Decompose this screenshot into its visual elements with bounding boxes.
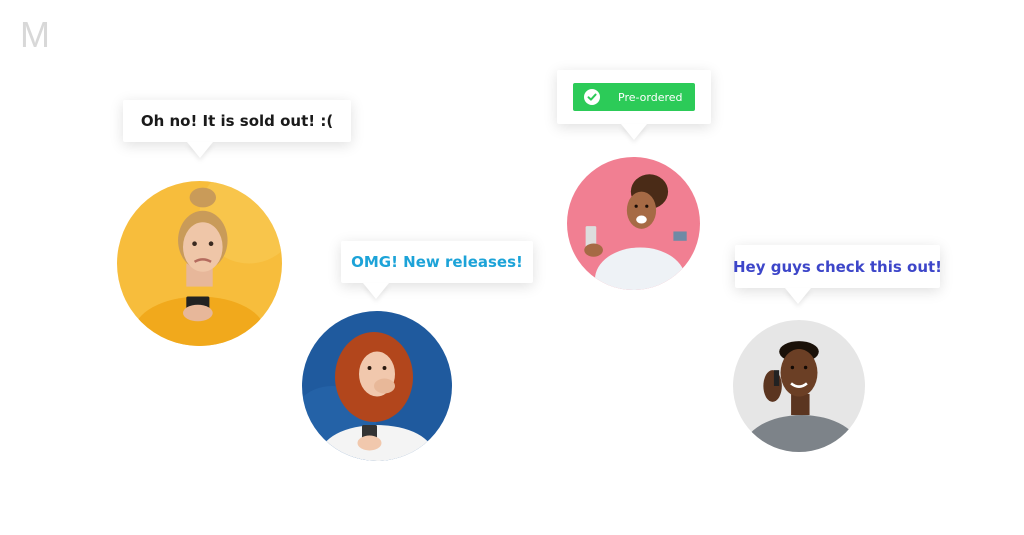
- surprised-woman-photo: [302, 311, 452, 461]
- brand-logo: M: [18, 14, 56, 55]
- illustration-canvas: M Oh no! It is sold out! :( OMG! New rel…: [0, 0, 1024, 535]
- speech-bubble-new-releases: OMG! New releases!: [341, 241, 533, 283]
- preordered-badge: Pre-ordered: [573, 83, 695, 111]
- speech-bubble-sold-out: Oh no! It is sold out! :(: [123, 100, 351, 142]
- excited-woman-photo: [567, 157, 700, 290]
- avatar-sad-woman: [117, 181, 282, 346]
- logo-letter: M: [20, 14, 50, 52]
- check-circle-icon: [584, 89, 600, 105]
- new-releases-text: OMG! New releases!: [351, 253, 523, 271]
- preordered-text: Pre-ordered: [618, 90, 683, 104]
- avatar-smiling-man: [733, 320, 865, 452]
- speech-bubble-check-this-out: Hey guys check this out!: [732, 245, 943, 288]
- smiling-man-photo: [733, 320, 865, 452]
- sold-out-text: Oh no! It is sold out! :(: [140, 112, 334, 130]
- check-this-out-text: Hey guys check this out!: [732, 257, 943, 276]
- avatar-surprised-woman: [302, 311, 452, 461]
- sad-woman-photo: [117, 181, 282, 346]
- speech-bubble-preordered: Pre-ordered: [557, 70, 711, 124]
- avatar-excited-woman: [567, 157, 700, 290]
